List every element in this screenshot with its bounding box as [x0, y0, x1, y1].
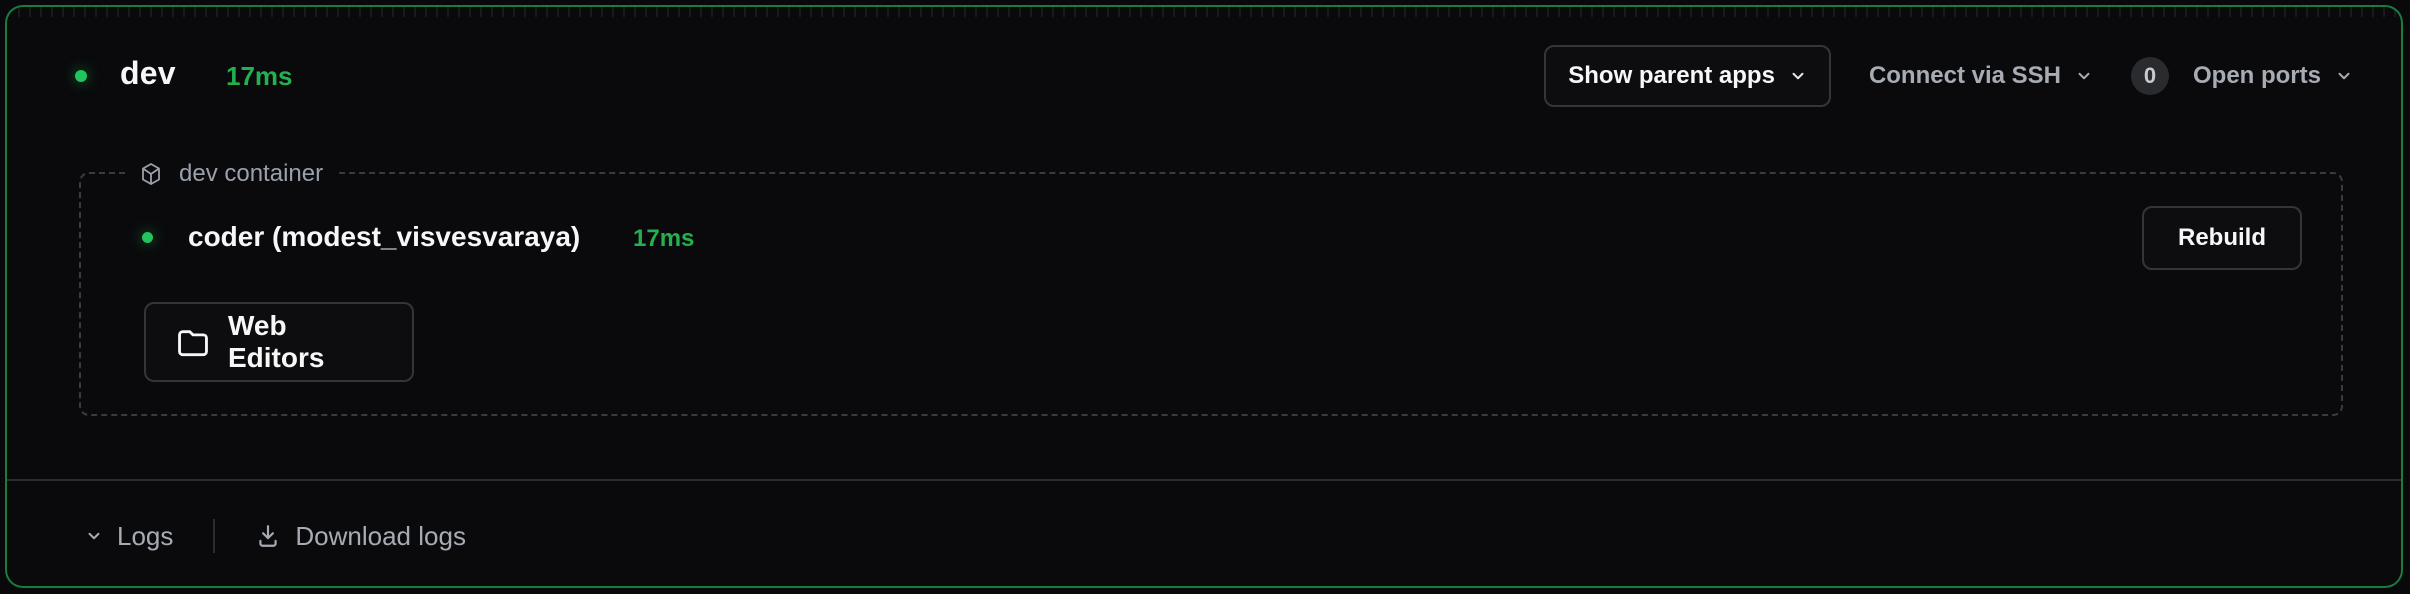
download-logs-label: Download logs — [295, 520, 466, 551]
workspace-status-dot — [75, 70, 87, 82]
agent-name: coder (modest_visvesvaraya) — [188, 221, 581, 252]
download-icon — [255, 523, 281, 549]
chevron-down-icon — [2335, 67, 2353, 85]
web-editors-label: Web Editors — [228, 310, 325, 373]
web-editors-button[interactable]: Web Editors — [144, 302, 414, 382]
show-parent-apps-label: Show parent apps — [1568, 62, 1775, 89]
chevron-down-icon — [1789, 67, 1807, 85]
open-ports-label: Open ports — [2192, 62, 2321, 89]
logs-toggle[interactable]: Logs — [85, 521, 173, 552]
cube-icon — [139, 162, 163, 186]
open-ports-button[interactable]: 0 Open ports — [2130, 45, 2353, 107]
footer-separator — [213, 519, 216, 553]
footer-actions: Logs Download logs — [85, 519, 466, 553]
download-logs-button[interactable]: Download logs — [255, 521, 466, 552]
workspace-latency: 17ms — [226, 61, 293, 91]
dev-container-box — [79, 172, 2343, 416]
dev-container-label: dev container — [179, 160, 324, 187]
agent-status-dot — [142, 232, 153, 243]
chevron-down-icon — [2075, 67, 2093, 85]
chevron-down-icon — [85, 527, 103, 545]
workspace-header: dev 17ms Show parent apps Connect via SS… — [7, 7, 2401, 147]
logs-footer: Logs Download logs — [7, 481, 2401, 586]
logs-label: Logs — [117, 520, 174, 551]
dev-container-legend: dev container — [127, 158, 336, 190]
header-actions: Show parent apps Connect via SSH 0 Open — [1544, 45, 2353, 107]
show-parent-apps-button[interactable]: Show parent apps — [1544, 45, 1831, 107]
rebuild-button[interactable]: Rebuild — [2142, 206, 2302, 270]
connect-via-ssh-button[interactable]: Connect via SSH — [1869, 45, 2093, 107]
folder-icon — [174, 323, 212, 361]
open-ports-count: 0 — [2130, 57, 2169, 95]
connect-via-ssh-label: Connect via SSH — [1868, 62, 2061, 89]
agent-panel: dev 17ms Show parent apps Connect via SS… — [5, 5, 2403, 588]
workspace-name: dev — [120, 55, 176, 91]
agent-latency: 17ms — [633, 225, 695, 252]
